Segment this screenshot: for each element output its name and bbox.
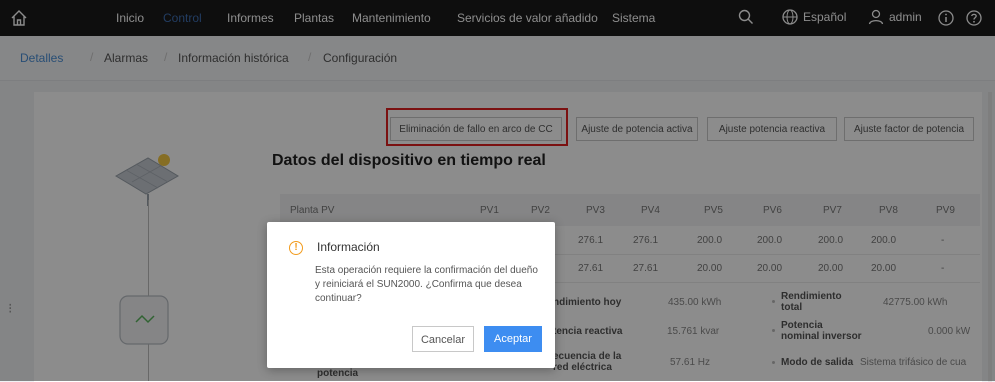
dialog-message: Esta operación requiere la confirmación … [315,265,538,304]
warning-icon: ! [289,241,303,255]
accept-button[interactable]: Aceptar [484,326,542,352]
cancel-button[interactable]: Cancelar [412,326,474,352]
modal-overlay-top [0,0,995,36]
dialog-title: Información [317,240,380,254]
confirm-dialog: ! Información Esta operación requiere la… [267,222,555,368]
